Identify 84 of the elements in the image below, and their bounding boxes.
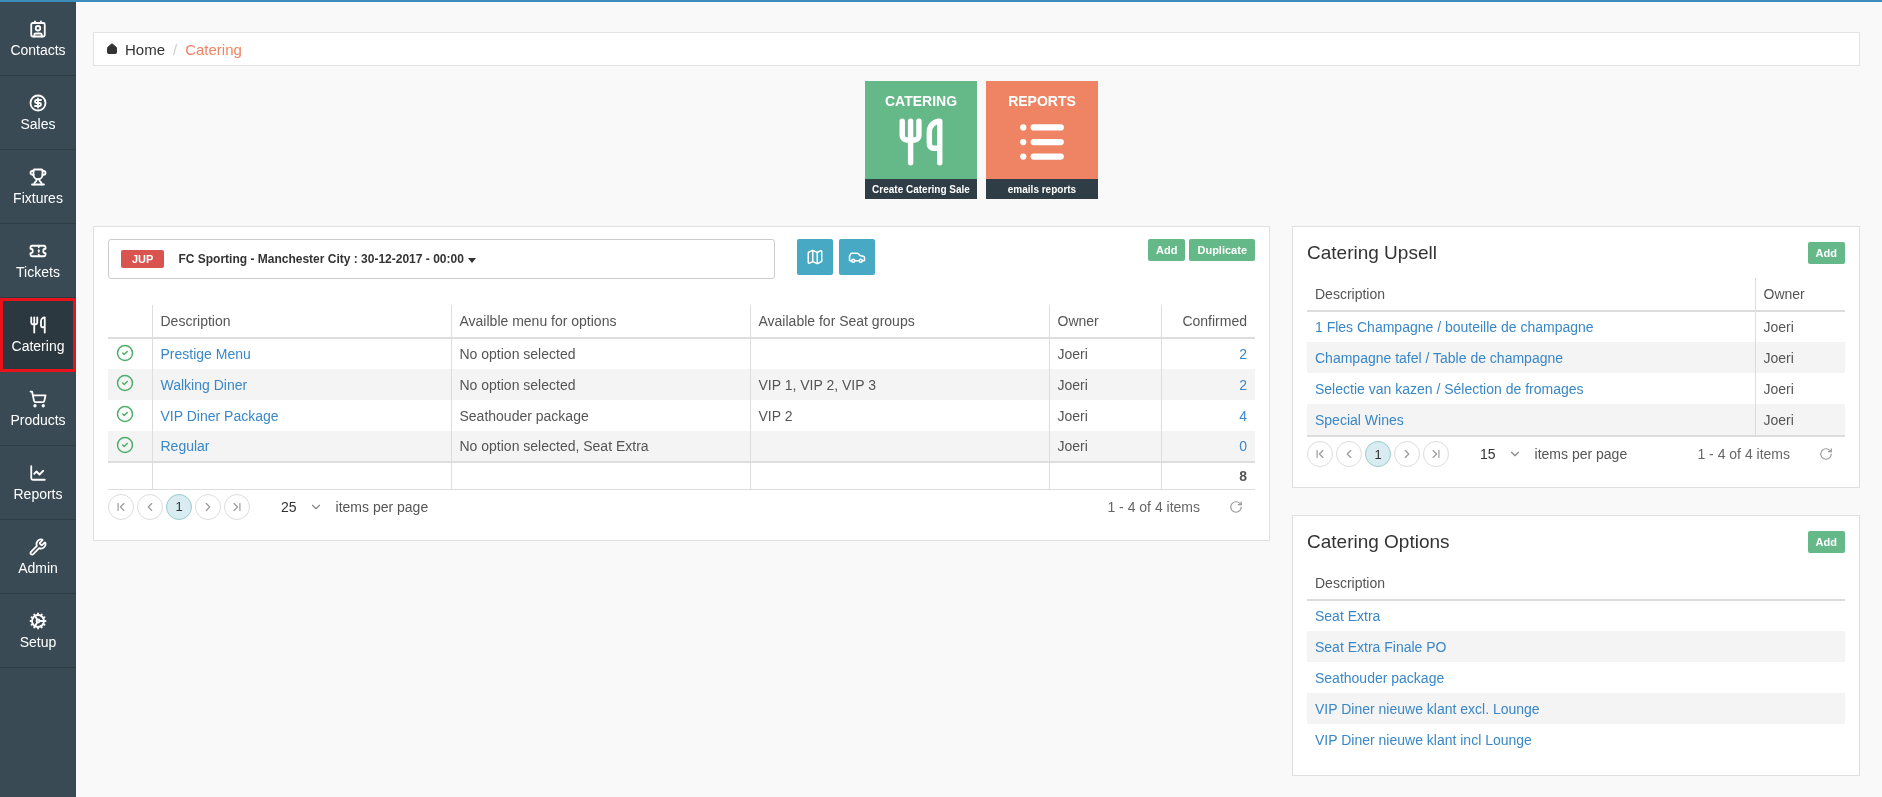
- trophy-icon: [29, 167, 47, 186]
- shortcut-tile[interactable]: CATERING Create Catering Sale: [865, 81, 977, 199]
- table-cell: Joeri: [1057, 346, 1088, 362]
- table-cell: Joeri: [1763, 319, 1794, 335]
- page-button[interactable]: 1: [166, 493, 192, 520]
- last-page-button[interactable]: [1423, 441, 1449, 467]
- sidebar-item[interactable]: Reports: [0, 446, 76, 520]
- action-button[interactable]: Duplicate: [1189, 239, 1255, 261]
- sidebar-item[interactable]: Setup: [0, 594, 76, 668]
- table-cell: Joeri: [1057, 407, 1088, 424]
- fixture-badge: JUP: [121, 250, 165, 268]
- menu-link[interactable]: VIP Diner Package: [160, 407, 279, 424]
- next-page-button[interactable]: [1394, 441, 1420, 467]
- table-cell: Joeri: [1057, 438, 1088, 454]
- shortcut-tile[interactable]: REPORTS emails reports: [986, 81, 1098, 199]
- table-cell: Joeri: [1763, 380, 1794, 397]
- confirmed-link[interactable]: 2: [1239, 346, 1247, 362]
- table-cell: No option selected: [459, 346, 576, 362]
- first-page-button[interactable]: [108, 493, 134, 520]
- upsell-link[interactable]: Champagne tafel / Table de champagne: [1315, 349, 1564, 366]
- items-per-page-label: items per page: [1534, 446, 1628, 462]
- refresh-icon[interactable]: [1229, 499, 1243, 514]
- page-size-dropdown[interactable]: 25: [281, 498, 323, 515]
- breadcrumb-separator: /: [173, 40, 178, 58]
- skip-start-icon: [1313, 447, 1327, 461]
- map-icon: [806, 248, 824, 266]
- option-link[interactable]: VIP Diner nieuwe klant incl Lounge: [1315, 731, 1532, 748]
- menu-link[interactable]: Prestige Menu: [160, 346, 251, 362]
- action-button[interactable]: Add: [1148, 239, 1186, 261]
- upsell-link[interactable]: Special Wines: [1315, 411, 1404, 428]
- menu-link[interactable]: Regular: [160, 438, 210, 454]
- car-button[interactable]: [839, 239, 875, 275]
- map-button[interactable]: [797, 239, 833, 275]
- sidebar-item[interactable]: Admin: [0, 520, 76, 594]
- confirmed-link[interactable]: 4: [1239, 407, 1247, 424]
- option-link[interactable]: Seat Extra Finale PO: [1315, 638, 1447, 655]
- sidebar-item[interactable]: Products: [0, 372, 76, 446]
- cutlery-icon: [29, 315, 47, 334]
- line-chart-icon: [29, 463, 47, 482]
- panel-title: Catering Options: [1307, 531, 1450, 553]
- dollar-icon: [29, 93, 47, 112]
- table-cell: VIP 2: [758, 407, 793, 424]
- fixture-dropdown[interactable]: JUP FC Sporting - Manchester City : 30-12-2017 - 00:00: [108, 239, 775, 279]
- items-per-page-label: items per page: [335, 498, 429, 515]
- refresh-icon[interactable]: [1819, 447, 1833, 461]
- table-cell: VIP 1, VIP 2, VIP 3: [758, 376, 877, 393]
- sidebar-item[interactable]: Fixtures: [0, 150, 76, 224]
- contact-card-icon: [29, 19, 47, 38]
- confirmed-link[interactable]: 0: [1239, 438, 1247, 454]
- table-cell: No option selected: [459, 376, 576, 393]
- items-summary: 1 - 4 of 4 items: [1107, 498, 1200, 515]
- sidebar-item[interactable]: Catering: [0, 298, 76, 372]
- sidebar-item[interactable]: Sales: [0, 76, 76, 150]
- sidebar-item[interactable]: Contacts: [0, 2, 76, 76]
- first-page-button[interactable]: [1307, 441, 1333, 467]
- page-size-dropdown[interactable]: 15: [1480, 446, 1522, 462]
- wrench-icon: [29, 537, 47, 556]
- table-cell: Joeri: [1057, 376, 1088, 393]
- table-cell: Joeri: [1763, 349, 1794, 366]
- table-cell: Seathouder package: [459, 407, 589, 424]
- add-button[interactable]: Add: [1807, 531, 1845, 553]
- table-cell: No option selected, Seat Extra: [459, 438, 649, 454]
- table-cell: Joeri: [1763, 411, 1794, 428]
- breadcrumb-link[interactable]: Home: [106, 40, 165, 58]
- next-page-button[interactable]: [195, 493, 221, 520]
- previous-page-button[interactable]: [137, 493, 163, 520]
- option-link[interactable]: Seathouder package: [1315, 669, 1445, 686]
- confirmed-link[interactable]: 2: [1239, 376, 1247, 393]
- skip-end-icon: [1429, 447, 1443, 461]
- option-link[interactable]: Seat Extra: [1315, 608, 1381, 624]
- total-count: 8: [1239, 467, 1247, 484]
- cart-icon: [29, 389, 47, 408]
- page-button[interactable]: 1: [1365, 441, 1391, 467]
- last-page-button[interactable]: [224, 493, 250, 520]
- home-icon: [106, 43, 118, 55]
- gear-icon: [29, 611, 47, 630]
- menu-link[interactable]: Walking Diner: [160, 376, 248, 393]
- panel-title: Catering Upsell: [1307, 242, 1437, 264]
- items-summary: 1 - 4 of 4 items: [1697, 446, 1790, 462]
- breadcrumb-current: Catering: [185, 40, 242, 58]
- add-button[interactable]: Add: [1807, 242, 1845, 264]
- upsell-link[interactable]: 1 Fles Champagne / bouteille de champagne: [1315, 319, 1594, 335]
- previous-page-button[interactable]: [1336, 441, 1362, 467]
- upsell-link[interactable]: Selectie van kazen / Sélection de fromages: [1315, 380, 1584, 397]
